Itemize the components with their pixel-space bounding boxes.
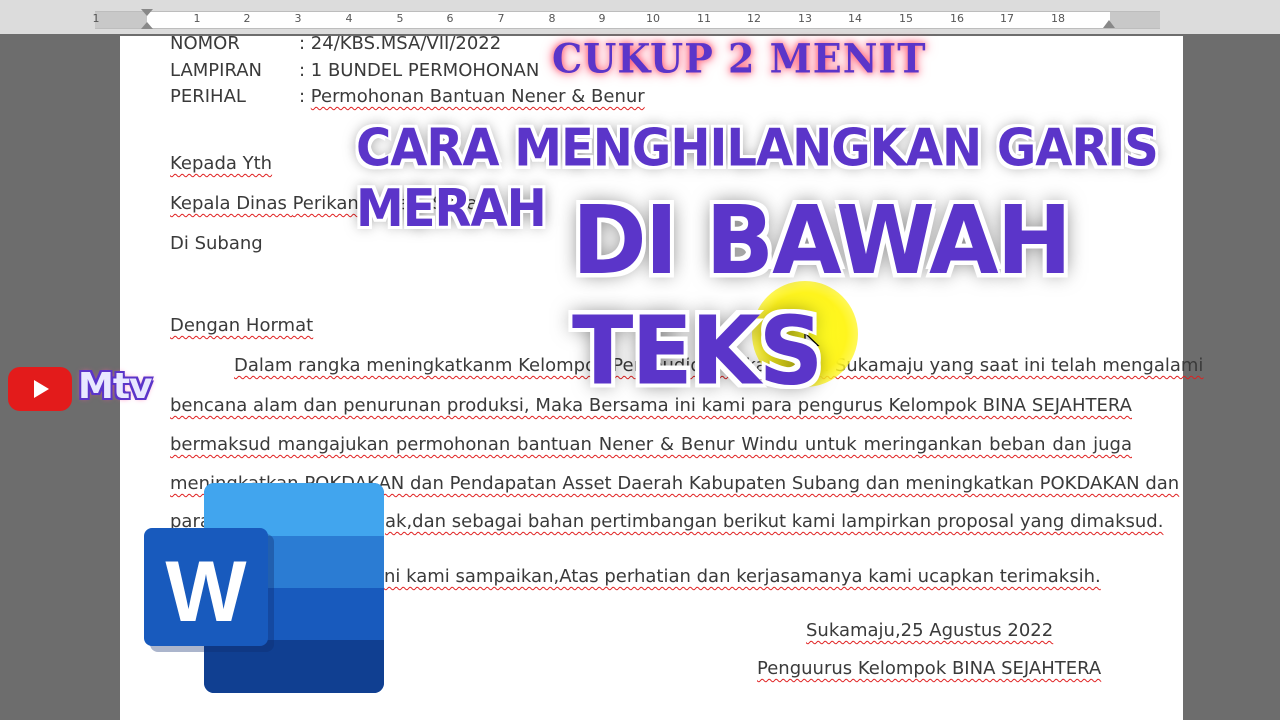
right-indent-marker[interactable]: [1103, 20, 1115, 28]
ruler-tick: 18: [1051, 12, 1065, 25]
ruler-tick: 9: [598, 12, 606, 25]
recipient-line-1: Kepada Yth: [170, 153, 273, 174]
ruler-tick: 1: [92, 12, 100, 25]
microsoft-word-icon: W: [144, 483, 384, 693]
horizontal-ruler[interactable]: 1 1 2 3 4 5 6 7 8 9 10 11 12 13 14 15 16…: [0, 0, 1280, 34]
field-value-nomor: : 24/KBS.MSA/VII/2022: [299, 33, 502, 54]
signature-place-date: Sukamaju,25 Agustus 2022: [806, 620, 1054, 641]
field-label-lampiran: LAMPIRAN: [170, 60, 263, 81]
ruler-tick: 16: [950, 12, 964, 25]
ruler-tick: 1: [193, 12, 201, 25]
field-value-lampiran: : 1 BUNDEL PERMOHONAN: [299, 60, 540, 81]
ruler-left-margin[interactable]: [95, 12, 147, 28]
greeting: Dengan Hormat: [170, 315, 314, 336]
ruler-tick: 17: [1000, 12, 1014, 25]
ruler-tick: 4: [345, 12, 353, 25]
ruler-tick: 8: [548, 12, 556, 25]
ruler-tick: 11: [697, 12, 711, 25]
ruler-tick: 7: [497, 12, 505, 25]
ruler-tick: 12: [747, 12, 761, 25]
recipient-line-3: Di Subang: [170, 233, 263, 254]
ruler-tick: 10: [646, 12, 660, 25]
ruler-tick: 2: [243, 12, 251, 25]
ruler-right-margin[interactable]: [1110, 12, 1160, 28]
ruler-tick: 6: [446, 12, 454, 25]
channel-logo: Mtv: [78, 366, 152, 407]
field-label-nomor: NOMOR: [170, 33, 240, 54]
youtube-play-icon: [8, 367, 72, 411]
field-label-perihal: PERIHAL: [170, 86, 246, 107]
ruler-tick: 14: [848, 12, 862, 25]
svg-text:W: W: [165, 544, 247, 640]
ruler-tick: 3: [294, 12, 302, 25]
ruler-tick: 15: [899, 12, 913, 25]
signature-org: Penguurus Kelompok BINA SEJAHTERA: [757, 658, 1102, 679]
ruler-tick: 5: [396, 12, 404, 25]
closing-line: ni kami sampaikan,Atas perhatian dan ker…: [384, 566, 1101, 587]
first-line-indent-marker[interactable]: [141, 9, 153, 16]
paragraph-line-fragment: ak,dan sebagai bahan pertimbangan beriku…: [385, 511, 1164, 532]
hanging-indent-marker[interactable]: [141, 22, 153, 29]
paragraph-line: bermaksud mangajukan permohonan bantuan …: [170, 434, 1132, 455]
overlay-title-small: CUKUP 2 MENIT: [552, 34, 927, 83]
ruler-tick: 13: [798, 12, 812, 25]
field-value-perihal: : Permohonan Bantuan Nener & Benur: [299, 86, 645, 107]
overlay-title-big: DI BAWAH TEKS: [572, 186, 1072, 407]
